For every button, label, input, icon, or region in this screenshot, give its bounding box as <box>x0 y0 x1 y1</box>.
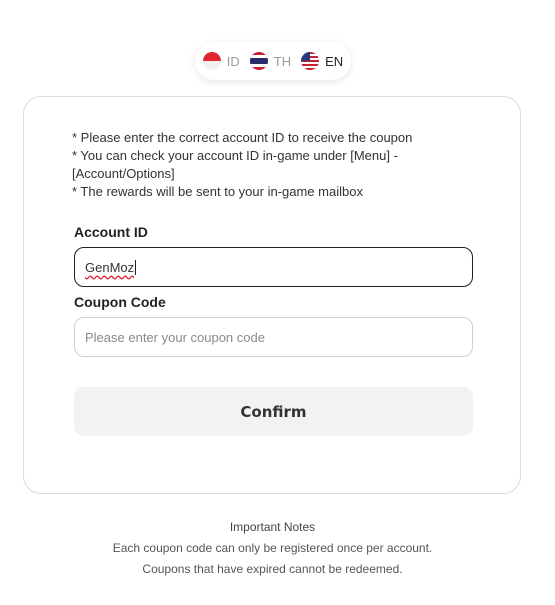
instructions-list: * Please enter the correct account ID to… <box>72 129 452 201</box>
account-id-label: Account ID <box>74 224 148 240</box>
language-code: ID <box>226 53 240 69</box>
coupon-form-card: * Please enter the correct account ID to… <box>23 96 521 494</box>
account-id-value: GenMoz <box>85 259 135 275</box>
instruction-item: * Please enter the correct account ID to… <box>72 130 413 145</box>
thailand-flag-icon <box>249 52 268 70</box>
important-note-line: Each coupon code can only be registered … <box>112 541 433 555</box>
us-flag-icon <box>301 52 320 70</box>
important-notes-title: Important Notes <box>229 520 316 534</box>
instruction-item: * You can check your account ID in-game … <box>72 148 398 181</box>
language-switcher: ID TH EN <box>195 42 351 80</box>
account-id-input[interactable]: GenMoz <box>74 247 473 287</box>
language-option-th[interactable]: TH <box>249 52 292 70</box>
coupon-redeem-page: ID TH EN * Please enter the correct acco… <box>0 0 555 605</box>
language-code: EN <box>325 53 344 69</box>
language-option-id[interactable]: ID <box>202 52 240 70</box>
indonesia-flag-icon <box>202 52 221 70</box>
text-caret <box>135 259 137 275</box>
language-option-en[interactable]: EN <box>301 52 343 70</box>
important-notes: Important Notes Each coupon code can onl… <box>0 517 545 580</box>
instruction-item: * The rewards will be sent to your in-ga… <box>72 184 363 199</box>
coupon-code-label: Coupon Code <box>74 294 166 310</box>
important-note-line: Coupons that have expired cannot be rede… <box>142 562 403 576</box>
confirm-button[interactable]: Confirm <box>74 387 473 436</box>
coupon-code-input[interactable] <box>74 317 473 357</box>
language-code: TH <box>273 53 292 69</box>
